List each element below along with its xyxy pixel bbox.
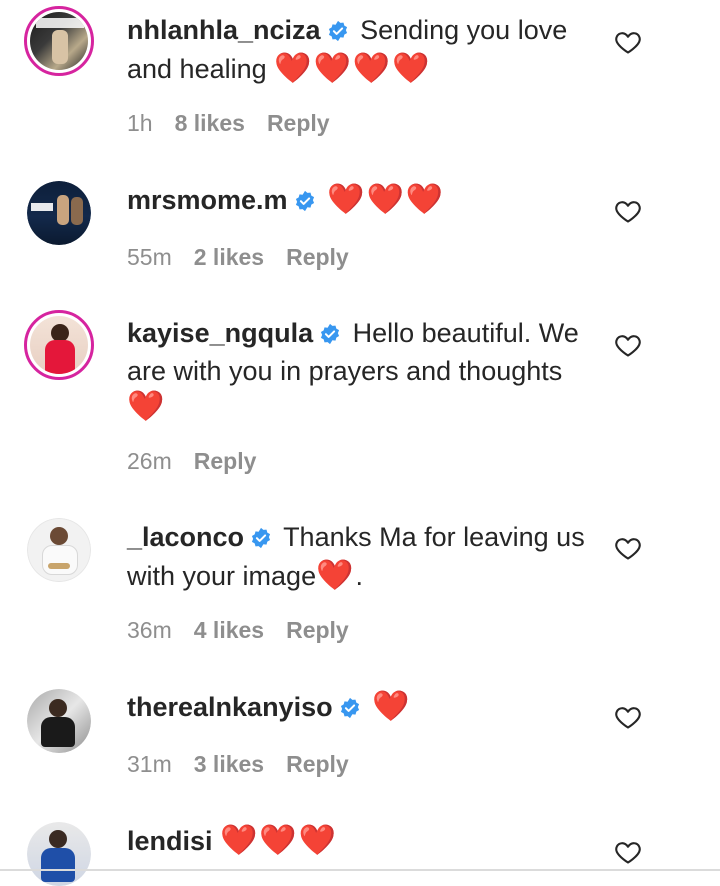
like-heart-icon[interactable] <box>614 838 642 866</box>
comment-meta: 36m 4 likes Reply <box>127 617 371 644</box>
comment-meta: 31m 3 likes Reply <box>127 751 371 778</box>
likes-count[interactable]: 3 likes <box>194 751 264 777</box>
comment-meta: 1h 8 likes Reply <box>127 110 352 137</box>
heart-emoji: ❤️ <box>316 559 356 592</box>
username[interactable]: mrsmome.m <box>127 185 288 215</box>
like-heart-icon[interactable] <box>614 28 642 56</box>
username[interactable]: kayise_ngqula <box>127 318 313 348</box>
comment-time: 1h <box>127 110 153 136</box>
comment-time: 36m <box>127 617 172 643</box>
verified-badge-icon <box>339 693 361 728</box>
like-heart-icon[interactable] <box>614 534 642 562</box>
likes-count[interactable]: 8 likes <box>175 110 245 136</box>
comment-text: therealnkanyiso ❤️ <box>127 689 597 728</box>
comment-text: _laconco Thanks Ma for leaving us with y… <box>127 520 597 594</box>
like-heart-icon[interactable] <box>614 703 642 731</box>
user-avatar-icon <box>27 822 91 886</box>
comment-meta: 55m 2 likes Reply <box>127 244 371 271</box>
avatar[interactable] <box>24 6 94 76</box>
like-heart-icon[interactable] <box>614 331 642 359</box>
comment-time: 31m <box>127 751 172 777</box>
comment-text: kayise_ngqula Hello beautiful. We are wi… <box>127 316 597 425</box>
user-avatar-icon <box>30 316 88 374</box>
avatar[interactable] <box>27 181 91 245</box>
comment-text: lendisi ❤️❤️❤️ <box>127 823 597 859</box>
heart-emoji: ❤️❤️❤️ <box>220 824 339 857</box>
verified-badge-icon <box>327 16 349 51</box>
username[interactable]: _laconco <box>127 522 244 552</box>
user-avatar-icon <box>27 518 91 582</box>
verified-badge-icon <box>319 319 341 354</box>
comment-time: 55m <box>127 244 172 270</box>
reply-button[interactable]: Reply <box>194 448 257 474</box>
comment-time: 26m <box>127 448 172 474</box>
divider <box>0 869 720 871</box>
reply-button[interactable]: Reply <box>286 617 349 643</box>
reply-button[interactable]: Reply <box>286 244 349 270</box>
avatar[interactable] <box>27 518 91 582</box>
likes-count[interactable]: 2 likes <box>194 244 264 270</box>
avatar[interactable] <box>27 689 91 753</box>
comment-suffix: . <box>355 561 363 591</box>
likes-count[interactable]: 4 likes <box>194 617 264 643</box>
heart-emoji: ❤️ <box>127 390 167 423</box>
username[interactable]: nhlanhla_nciza <box>127 15 321 45</box>
heart-emoji: ❤️ <box>372 690 412 723</box>
reply-button[interactable]: Reply <box>286 751 349 777</box>
heart-emoji: ❤️❤️❤️❤️ <box>274 52 432 85</box>
like-heart-icon[interactable] <box>614 197 642 225</box>
verified-badge-icon <box>250 523 272 558</box>
user-avatar-icon <box>30 12 88 70</box>
avatar[interactable] <box>24 310 94 380</box>
username[interactable]: therealnkanyiso <box>127 692 333 722</box>
comment-text: mrsmome.m ❤️❤️❤️ <box>127 182 597 221</box>
reply-button[interactable]: Reply <box>267 110 330 136</box>
comment-meta: 26m Reply <box>127 448 278 475</box>
user-avatar-icon <box>27 181 91 245</box>
comment-text: nhlanhla_nciza Sending you love and heal… <box>127 13 597 87</box>
verified-badge-icon <box>294 186 316 221</box>
avatar[interactable] <box>27 822 91 886</box>
user-avatar-icon <box>27 689 91 753</box>
heart-emoji: ❤️❤️❤️ <box>327 183 446 216</box>
username[interactable]: lendisi <box>127 826 213 856</box>
